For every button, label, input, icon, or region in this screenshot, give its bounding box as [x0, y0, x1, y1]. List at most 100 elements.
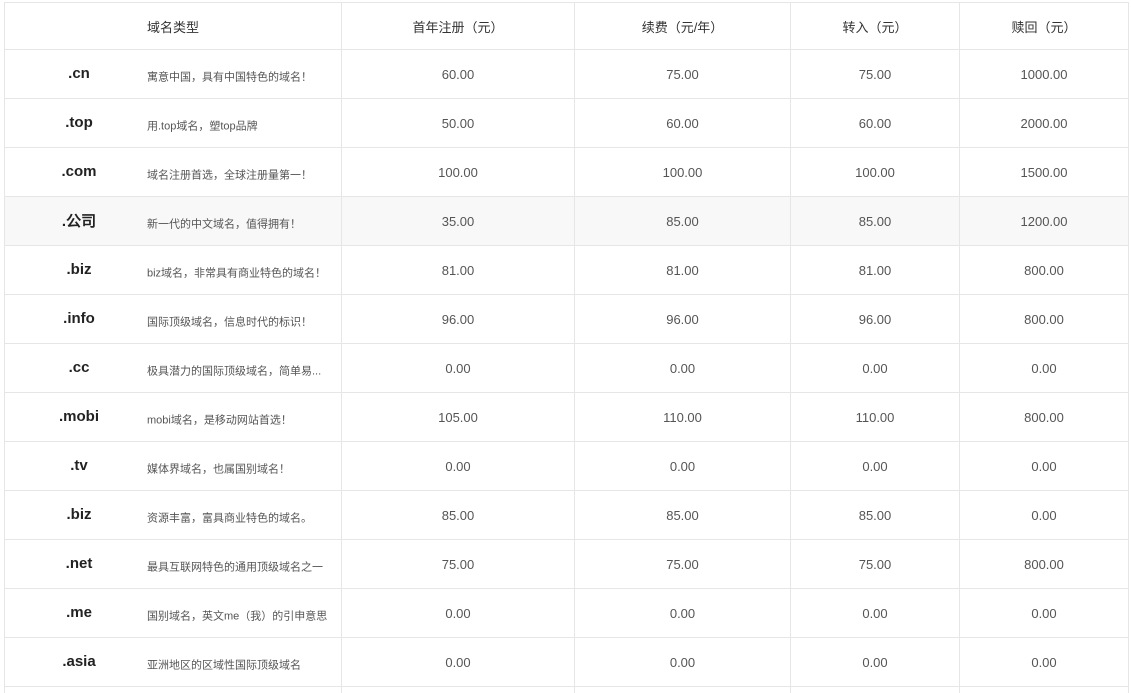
domain-description: 媒体界域名，也属国别域名！ [147, 460, 290, 476]
renew-price: 0.00 [575, 442, 791, 491]
redeem-price: 800.00 [960, 393, 1129, 442]
header-domain-type-label: 域名类型 [147, 17, 199, 36]
table-row: .top用.top域名，塑top品牌50.0060.0060.002000.00 [5, 99, 1129, 148]
redeem-price: 1000.00 [960, 50, 1129, 99]
domain-description: 极具潜力的国际顶级域名，简单易... [147, 362, 321, 378]
domain-type-cell: .info国际顶级域名，信息时代的标识！ [5, 295, 342, 344]
domain-price-table: 域名类型 首年注册（元） 续费（元/年） 转入（元） 赎回（元） .cn寓意中国… [4, 2, 1129, 693]
renew-price: 81.00 [575, 246, 791, 295]
domain-description: 寓意中国，具有中国特色的域名！ [147, 68, 312, 84]
redeem-price: 1500.00 [960, 148, 1129, 197]
domain-tld: .top [5, 114, 153, 131]
header-renew: 续费（元/年） [575, 3, 791, 50]
renew-price: 0.00 [575, 344, 791, 393]
first-year-price: 75.00 [342, 540, 575, 589]
domain-price-table-wrapper: 域名类型 首年注册（元） 续费（元/年） 转入（元） 赎回（元） .cn寓意中国… [4, 2, 1128, 693]
table-row: .cc极具潜力的国际顶级域名，简单易...0.000.000.000.00 [5, 344, 1129, 393]
first-year-price: 35.00 [342, 197, 575, 246]
redeem-price: 0.00 [960, 589, 1129, 638]
transfer-price: 0.00 [791, 638, 960, 687]
renew-price: 60.00 [575, 99, 791, 148]
first-year-price: 60.00 [342, 50, 575, 99]
table-row: .net最具互联网特色的通用顶级域名之一75.0075.0075.00800.0… [5, 540, 1129, 589]
domain-tld: .biz [5, 261, 153, 278]
domain-description: 用.top域名，塑top品牌 [147, 117, 258, 133]
first-year-price: 85.00 [342, 491, 575, 540]
transfer-price: 75.00 [791, 540, 960, 589]
first-year-price: 105.00 [342, 393, 575, 442]
table-header-row: 域名类型 首年注册（元） 续费（元/年） 转入（元） 赎回（元） [5, 3, 1129, 50]
table-row: .cn寓意中国，具有中国特色的域名！60.0075.0075.001000.00 [5, 50, 1129, 99]
redeem-price: 1200.00 [960, 197, 1129, 246]
first-year-price: 0.00 [342, 344, 575, 393]
transfer-price: 85.00 [791, 491, 960, 540]
domain-description: 国别域名，英文me（我）的引申意思 [147, 607, 327, 623]
renew-price: 85.00 [575, 197, 791, 246]
domain-tld: .info [5, 310, 153, 327]
domain-tld: .tv [5, 457, 153, 474]
domain-type-cell: .asia亚洲地区的区域性国际顶级域名 [5, 638, 342, 687]
domain-description: biz域名，非常具有商业特色的域名！ [147, 264, 326, 280]
transfer-price: 0.00 [791, 589, 960, 638]
header-first-year: 首年注册（元） [342, 3, 575, 50]
table-row: .tv媒体界域名，也属国别域名！0.000.000.000.00 [5, 442, 1129, 491]
table-row: .me国别域名，英文me（我）的引申意思0.000.000.000.00 [5, 589, 1129, 638]
domain-description: 最具互联网特色的通用顶级域名之一 [147, 558, 323, 574]
domain-type-cell: .top用.top域名，塑top品牌 [5, 99, 342, 148]
domain-tld: .me [5, 604, 153, 621]
redeem-price: 800.00 [960, 246, 1129, 295]
redeem-price: 0.00 [960, 491, 1129, 540]
renew-price: 110.00 [575, 393, 791, 442]
renew-price: 75.00 [575, 50, 791, 99]
renew-price: 96.00 [575, 295, 791, 344]
domain-type-cell: .mobimobi域名，是移动网站首选！ [5, 393, 342, 442]
redeem-price: 2000.00 [960, 99, 1129, 148]
transfer-price: 100.00 [791, 148, 960, 197]
renew-price: 0.00 [575, 638, 791, 687]
first-year-price: 100.00 [342, 148, 575, 197]
domain-type-cell: .com域名注册首选，全球注册量第一！ [5, 148, 342, 197]
table-row: .公司新一代的中文域名，值得拥有！35.0085.0085.001200.00 [5, 197, 1129, 246]
table-row: .info国际顶级域名，信息时代的标识！96.0096.0096.00800.0… [5, 295, 1129, 344]
first-year-price: 96.00 [342, 295, 575, 344]
table-row: .asia亚洲地区的区域性国际顶级域名0.000.000.000.00 [5, 638, 1129, 687]
domain-description: 亚洲地区的区域性国际顶级域名 [147, 656, 301, 672]
redeem-price: 800.00 [960, 295, 1129, 344]
transfer-price: 85.00 [791, 197, 960, 246]
redeem-price: 0.00 [960, 442, 1129, 491]
domain-tld: .cc [5, 359, 153, 376]
renew-price: 75.00 [575, 540, 791, 589]
transfer-price: 81.00 [791, 246, 960, 295]
domain-description: mobi域名，是移动网站首选！ [147, 411, 292, 427]
first-year-price: 50.00 [342, 99, 575, 148]
table-row: .bizbiz域名，非常具有商业特色的域名！81.0081.0081.00800… [5, 246, 1129, 295]
transfer-price: 0.00 [791, 344, 960, 393]
domain-tld: .asia [5, 653, 153, 670]
redeem-price: 0.00 [960, 638, 1129, 687]
table-cell-empty [342, 687, 575, 693]
renew-price: 85.00 [575, 491, 791, 540]
domain-tld: .biz [5, 506, 153, 523]
redeem-price: 800.00 [960, 540, 1129, 589]
transfer-price: 110.00 [791, 393, 960, 442]
table-row-partial [5, 687, 1129, 693]
domain-tld: .mobi [5, 408, 153, 425]
table-cell-empty [960, 687, 1129, 693]
first-year-price: 0.00 [342, 442, 575, 491]
domain-tld: .net [5, 555, 153, 572]
domain-type-cell: .me国别域名，英文me（我）的引申意思 [5, 589, 342, 638]
domain-type-cell: .bizbiz域名，非常具有商业特色的域名！ [5, 246, 342, 295]
renew-price: 100.00 [575, 148, 791, 197]
table-row: .com域名注册首选，全球注册量第一！100.00100.00100.00150… [5, 148, 1129, 197]
table-cell-empty [791, 687, 960, 693]
domain-tld: .公司 [5, 210, 153, 231]
header-domain-type: 域名类型 [5, 3, 342, 50]
domain-description: 资源丰富，富具商业特色的域名。 [147, 509, 312, 525]
transfer-price: 96.00 [791, 295, 960, 344]
renew-price: 0.00 [575, 589, 791, 638]
table-body: .cn寓意中国，具有中国特色的域名！60.0075.0075.001000.00… [5, 50, 1129, 693]
transfer-price: 75.00 [791, 50, 960, 99]
first-year-price: 81.00 [342, 246, 575, 295]
table-row: .mobimobi域名，是移动网站首选！105.00110.00110.0080… [5, 393, 1129, 442]
first-year-price: 0.00 [342, 638, 575, 687]
